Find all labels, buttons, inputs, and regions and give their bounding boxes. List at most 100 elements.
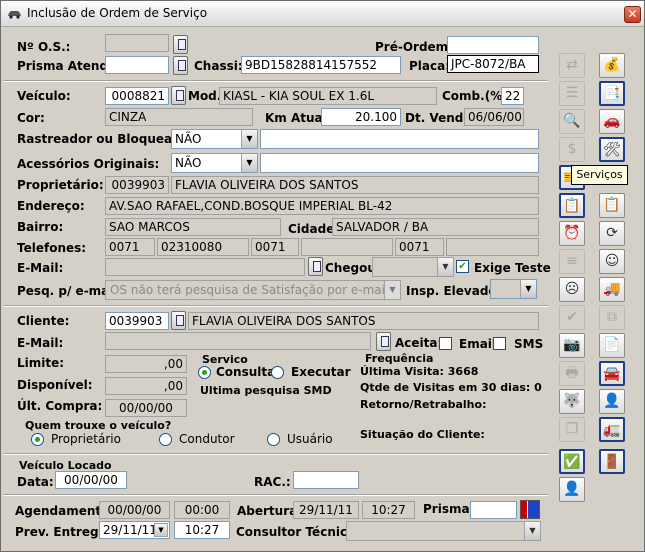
disponivel-field: ,00 [105, 377, 187, 395]
camera-icon[interactable]: 📷 [559, 333, 585, 358]
sync-icon[interactable]: ⟳ [599, 221, 625, 246]
documents-icon[interactable]: 📑 [599, 81, 625, 106]
clipboard-check-icon[interactable]: 📋 [559, 193, 585, 218]
rastreador-desc-field[interactable] [260, 129, 539, 149]
email-checkbox[interactable] [439, 337, 452, 350]
clipboard-icon[interactable]: 📋 [599, 193, 625, 218]
acessorios-select[interactable]: NÃO ▼ [171, 153, 258, 173]
truck-icon[interactable]: 🚛 [599, 417, 625, 442]
close-button[interactable]: ✕ [624, 6, 641, 23]
window-title: Inclusão de Ordem de Serviço [27, 6, 208, 20]
title-bar: Inclusão de Ordem de Serviço ✕ [1, 1, 644, 27]
cidade-field: SALVADOR / BA [332, 218, 539, 236]
divider [3, 494, 548, 496]
placa-field[interactable]: JPC-8072/BA [447, 55, 539, 73]
tel1-field: 0071 [105, 238, 155, 256]
user-icon[interactable]: 👤 [559, 477, 585, 502]
divider [3, 305, 548, 307]
ultima-pesquisa-text: Ultima pesquisa SMD [200, 384, 332, 397]
data-locado-field[interactable]: 00/00/00 [55, 471, 127, 489]
printer-icon[interactable]: 🖶 [559, 361, 585, 386]
comb-field[interactable]: 22 [501, 87, 524, 105]
list-icon[interactable]: ☰ [559, 81, 585, 106]
pre-ordem-field[interactable] [447, 36, 539, 54]
tel6-field [446, 238, 539, 256]
tow-truck-icon[interactable]: 🚚 [599, 277, 625, 302]
lines-icon[interactable]: ≡ [559, 249, 585, 274]
smile-icon[interactable]: ☺ [599, 249, 625, 274]
alarm-icon[interactable]: ⏰ [559, 221, 585, 246]
veiculo-search-icon[interactable] [171, 86, 186, 105]
car-front-icon[interactable]: 🚘 [599, 361, 625, 386]
divider [3, 80, 548, 82]
cor-label: Cor: [17, 111, 45, 125]
dollar-icon[interactable]: $ [559, 137, 585, 162]
os-field[interactable] [105, 34, 169, 52]
email2-search-icon[interactable] [376, 332, 391, 351]
agend-data-field: 00/00/00 [99, 501, 170, 519]
cliente-code-field[interactable]: 0039903 [105, 312, 169, 330]
exige-teste-checkbox[interactable]: ✔ [456, 260, 469, 273]
veiculo-field[interactable]: 0008821 [105, 87, 169, 105]
prisma-field[interactable] [470, 501, 517, 519]
consultar-radio[interactable] [198, 366, 211, 379]
prev-data-field[interactable]: 29/11/11 ▼ [99, 521, 170, 539]
frequencia-label: Frequência [365, 352, 434, 365]
person-icon[interactable]: 👤 [599, 389, 625, 414]
rastreador-select[interactable]: NÃO ▼ [171, 129, 258, 149]
endereco-label: Endereço: [17, 199, 85, 213]
chegou-select[interactable]: ▼ [372, 257, 454, 277]
checkmark-icon[interactable]: ✔ [559, 305, 585, 330]
rastreador-value: NÃO [175, 132, 202, 146]
endereco-field: AV.SAO RAFAEL,COND.BOSQUE IMPERIAL BL-42 [105, 197, 539, 215]
exit-door-icon[interactable]: 🚪 [599, 449, 625, 474]
chevron-down-icon[interactable]: ▼ [154, 523, 168, 537]
cliente-search-icon[interactable] [171, 311, 186, 330]
prisma-search-icon[interactable] [173, 56, 188, 75]
km-field[interactable]: 20.100 [321, 108, 401, 126]
copy-icon[interactable]: ⧉ [599, 305, 625, 330]
chassi-label: Chassi: [194, 59, 243, 73]
consultor-label: Consultor Técnico: [236, 525, 361, 539]
transfer-icon[interactable]: ⇄ [559, 53, 585, 78]
tel5-field: 0071 [395, 238, 444, 256]
disponivel-label: Disponível: [17, 378, 93, 392]
confirm-icon[interactable]: ✅ [559, 449, 585, 474]
condutor-radio[interactable] [159, 433, 172, 446]
ultima-visita-text: Última Visita: 3668 [360, 365, 479, 378]
cliente-label: Cliente: [17, 314, 70, 328]
prev-hora-field[interactable]: 10:27 [174, 521, 230, 539]
preview-icon[interactable]: 🔍 [559, 109, 585, 134]
email-field [105, 258, 305, 276]
usuario-radio[interactable] [267, 433, 280, 446]
services-tooltip: Serviços [571, 165, 628, 185]
tel3-field: 0071 [251, 238, 299, 256]
email-search-icon[interactable] [308, 257, 323, 276]
chevron-down-icon: ▼ [241, 154, 257, 172]
color-picker-icon[interactable] [520, 500, 540, 519]
email-opt-label: Email [459, 337, 497, 351]
sms-checkbox[interactable] [493, 337, 506, 350]
document-icon[interactable]: 📄 [599, 333, 625, 358]
prisma-atend-field[interactable] [105, 56, 169, 74]
chassi-field[interactable]: 9BD15828814157552 [241, 56, 401, 74]
car-tool-icon[interactable]: 🚗 [599, 109, 625, 134]
pages-icon[interactable]: ❐ [559, 417, 585, 442]
money-bag-icon[interactable]: 💰 [599, 53, 625, 78]
insp-select[interactable]: ▼ [490, 279, 537, 299]
os-search-icon[interactable] [173, 35, 188, 54]
acessorios-desc-field[interactable] [260, 153, 539, 173]
services-icon[interactable]: 🛠 [599, 137, 625, 162]
executar-radio[interactable] [271, 366, 284, 379]
ult-compra-label: Últ. Compra: [17, 399, 103, 413]
acessorios-value: NÃO [175, 156, 202, 170]
email2-label: E-Mail: [17, 336, 64, 350]
condutor-option-label: Condutor [179, 432, 235, 446]
consultor-select[interactable]: ▼ [346, 521, 541, 541]
frown-icon[interactable]: ☹ [559, 277, 585, 302]
pesq-select[interactable]: OS não terá pesquisa de Satisfação por e… [105, 280, 401, 300]
situacao-label: Situação do Cliente: [360, 428, 485, 441]
rac-field[interactable] [293, 471, 359, 489]
proprietario-radio[interactable] [31, 433, 44, 446]
wolf-icon[interactable]: 🐺 [559, 389, 585, 414]
